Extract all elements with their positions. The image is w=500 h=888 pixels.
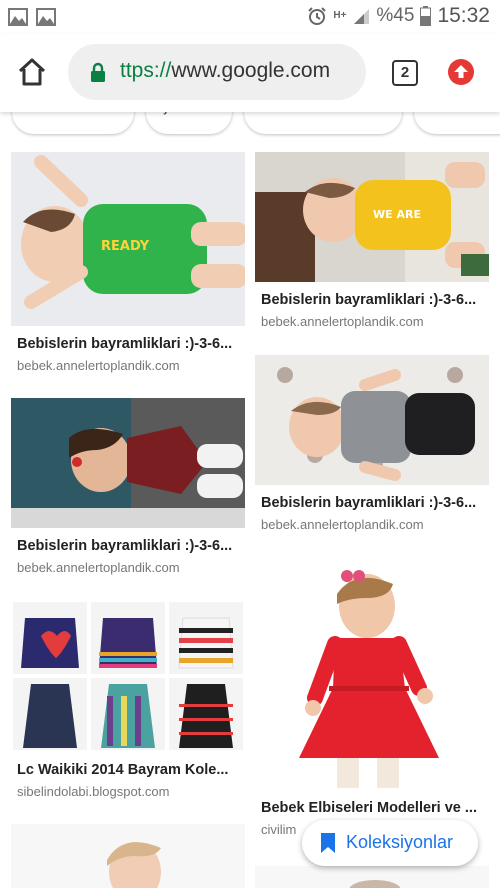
result-source: bebek.annelertoplandik.com	[17, 560, 180, 575]
result-source: civilim	[261, 822, 297, 837]
image-result[interactable]	[255, 866, 489, 888]
alarm-icon	[308, 7, 327, 25]
home-icon[interactable]	[16, 56, 48, 88]
result-source: bebek.annelertoplandik.com	[17, 358, 180, 373]
result-title[interactable]: Bebek Elbiseleri Modelleri ve ...	[261, 800, 477, 816]
result-source: sibelindolabi.blogspot.com	[17, 784, 170, 799]
battery-percent: %45	[376, 5, 415, 26]
svg-text:WE ARE: WE ARE	[373, 208, 421, 221]
result-thumbnail[interactable]	[255, 558, 489, 790]
battery-icon	[420, 6, 432, 26]
status-system: H+ %45 15:32	[307, 4, 490, 28]
result-thumbnail[interactable]: WE ARE	[255, 152, 489, 282]
gallery-notification-icon	[36, 8, 56, 26]
url-text: ttps://www.google.com	[120, 59, 330, 83]
result-thumbnail[interactable]	[11, 600, 245, 752]
image-result[interactable]	[11, 824, 245, 888]
result-title[interactable]: Lc Waikiki 2014 Bayram Kole...	[17, 762, 228, 778]
url-host: www.google.com	[171, 59, 331, 82]
result-thumbnail[interactable]	[11, 824, 245, 888]
image-result[interactable]: Bebislerin bayramliklari :)-3-6... bebek…	[11, 398, 245, 583]
result-thumbnail[interactable]	[255, 355, 489, 485]
clock: 15:32	[437, 4, 490, 27]
lock-icon	[91, 62, 105, 82]
image-result[interactable]: Bebislerin bayramliklari :)-3-6... bebek…	[255, 355, 489, 535]
address-bar[interactable]: ttps://www.google.com	[68, 44, 366, 100]
update-button[interactable]	[448, 59, 474, 85]
status-notifications	[8, 8, 56, 26]
browser-toolbar: ttps://www.google.com 2	[0, 34, 500, 112]
status-bar: H+ %45 15:32	[0, 0, 500, 34]
collections-button[interactable]: Koleksiyonlar	[302, 820, 478, 866]
gallery-notification-icon	[8, 8, 28, 26]
network-type: H+	[333, 10, 347, 21]
signal-icon	[354, 9, 370, 24]
collections-label: Koleksiyonlar	[346, 832, 454, 852]
url-scheme: ttps://	[120, 59, 172, 82]
result-source: bebek.annelertoplandik.com	[261, 517, 424, 532]
result-title[interactable]: Bebislerin bayramliklari :)-3-6...	[17, 538, 232, 554]
image-result[interactable]: Lc Waikiki 2014 Bayram Kole... sibelindo…	[11, 600, 245, 805]
result-thumbnail[interactable]: READY	[11, 152, 245, 326]
result-title[interactable]: Bebislerin bayramliklari :)-3-6...	[261, 495, 476, 511]
image-result[interactable]: Bebek Elbiseleri Modelleri ve ... civili…	[255, 558, 489, 838]
result-thumbnail[interactable]	[11, 398, 245, 528]
result-title[interactable]: Bebislerin bayramliklari :)-3-6...	[17, 336, 232, 352]
image-result[interactable]: WE ARE Bebislerin bayramliklari :)-3-6..…	[255, 152, 489, 332]
update-arrow-icon	[454, 65, 468, 78]
image-result[interactable]: READY Bebislerin bayramliklari :)-3-6...…	[11, 152, 245, 382]
svg-text:READY: READY	[101, 239, 150, 254]
result-thumbnail[interactable]	[255, 866, 489, 888]
tab-switcher-button[interactable]: 2	[392, 60, 418, 86]
result-source: bebek.annelertoplandik.com	[261, 314, 424, 329]
result-title[interactable]: Bebislerin bayramliklari :)-3-6...	[261, 292, 476, 308]
bookmark-icon	[321, 833, 335, 853]
